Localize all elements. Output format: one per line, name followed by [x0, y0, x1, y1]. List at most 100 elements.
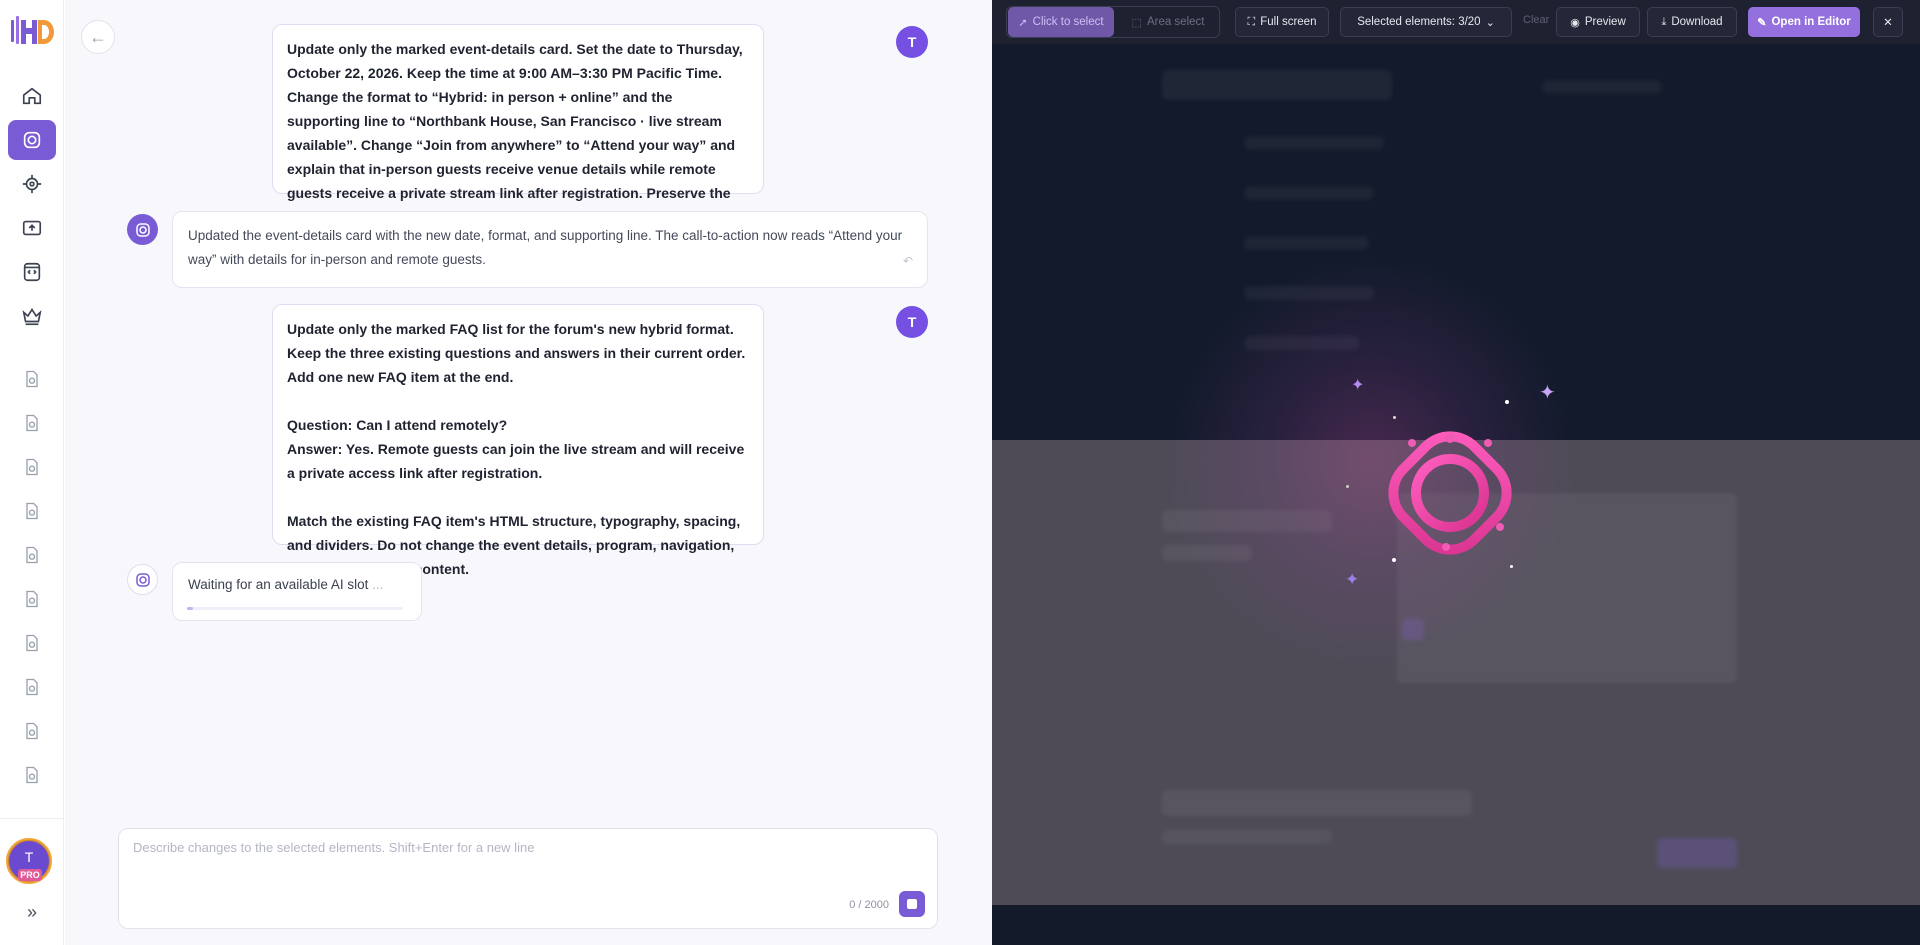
history-item[interactable] — [14, 671, 50, 703]
message-input[interactable] — [119, 829, 937, 928]
history-file-icon — [26, 634, 38, 652]
nav-ai-edit[interactable] — [8, 120, 56, 160]
blurred-heading — [1162, 790, 1472, 816]
user-message-1: Update only the marked event-details car… — [272, 24, 764, 225]
user-avatar-pro[interactable]: T PRO — [6, 838, 52, 884]
sidebar-divider — [0, 818, 64, 819]
preview-button[interactable]: ◉ Preview — [1556, 7, 1640, 37]
history-file-icon — [26, 722, 38, 740]
history-item[interactable] — [14, 363, 50, 395]
blurred-text — [1244, 186, 1374, 200]
progress-fill — [187, 607, 194, 610]
stop-icon — [907, 899, 917, 909]
user-message-2: Update only the marked FAQ list for the … — [272, 304, 764, 577]
preview-toolbar: ➚ Click to select ⬚ Area select ⛶ Full s… — [992, 0, 1920, 44]
nav-home[interactable] — [8, 76, 56, 116]
download-button[interactable]: ⤓ Download — [1647, 7, 1737, 37]
user-avatar: T — [896, 26, 928, 58]
blurred-heading — [1162, 70, 1392, 100]
history-item[interactable] — [14, 451, 50, 483]
sparkle-dot — [1393, 416, 1396, 419]
fullscreen-icon: ⛶ — [1247, 15, 1256, 28]
code-file-icon — [23, 262, 41, 282]
full-screen-button[interactable]: ⛶ Full screen — [1235, 7, 1329, 37]
sparkle-dot — [1346, 485, 1349, 488]
history-file-icon — [26, 678, 38, 696]
progress-track — [187, 607, 403, 610]
sparkle-dot — [1510, 565, 1513, 568]
blurred-text — [1162, 830, 1332, 844]
area-select-icon: ⬚ — [1131, 16, 1142, 29]
history-item[interactable] — [14, 583, 50, 615]
assistant-message-1: Updated the event-details card with the … — [172, 211, 928, 288]
eye-icon: ◉ — [1570, 16, 1580, 29]
history-file-icon — [26, 590, 38, 608]
blurred-text — [1244, 236, 1369, 250]
full-screen-label: Full screen — [1260, 16, 1317, 28]
preview-label: Preview — [1584, 16, 1626, 28]
nav-premium[interactable] — [8, 296, 56, 336]
nav-code[interactable] — [8, 252, 56, 292]
area-select-button[interactable]: ⬚ Area select — [1118, 7, 1218, 37]
stop-generation-button[interactable] — [899, 891, 925, 917]
nav-target[interactable] — [8, 164, 56, 204]
pro-badge: PRO — [18, 869, 42, 881]
history-item[interactable] — [14, 627, 50, 659]
back-button[interactable]: ← — [81, 20, 115, 54]
history-file-icon — [26, 370, 38, 388]
history-item[interactable] — [14, 715, 50, 747]
open-in-editor-button[interactable]: ✎ Open in Editor — [1748, 7, 1860, 37]
expand-sidebar-icon[interactable]: » — [22, 902, 42, 922]
history-file-icon — [26, 502, 38, 520]
history-item[interactable] — [14, 495, 50, 527]
history-file-icon — [26, 546, 38, 564]
history-file-icon — [26, 414, 38, 432]
history-item[interactable] — [14, 407, 50, 439]
status-text: Waiting for an available AI slot — [188, 577, 369, 592]
assistant-message-text: Updated the event-details card with the … — [188, 228, 903, 267]
pencil-icon: ✎ — [1757, 16, 1767, 29]
user-avatar: T — [896, 306, 928, 338]
crown-icon — [22, 308, 42, 326]
cursor-icon: ➚ — [1018, 16, 1028, 29]
selected-elements-label: Selected elements: 3/20 — [1357, 16, 1481, 28]
char-count: 0 / 2000 — [849, 899, 889, 911]
composer: 0 / 2000 — [118, 828, 938, 929]
click-select-button[interactable]: ➚ Click to select — [1008, 7, 1114, 37]
ai-avatar-pending — [127, 564, 158, 595]
undo-icon[interactable]: ↶ — [903, 249, 913, 273]
status-ellipsis: ... — [372, 577, 384, 592]
sparkle-icon: ✦ — [1345, 570, 1360, 589]
user-initial: T — [24, 849, 34, 865]
download-icon: ⤓ — [1661, 15, 1667, 28]
nav-upload[interactable] — [8, 208, 56, 248]
ai-chip-icon — [23, 131, 41, 149]
history-item[interactable] — [14, 759, 50, 791]
app-logo[interactable] — [9, 12, 55, 52]
click-select-label: Click to select — [1032, 16, 1104, 28]
area-select-label: Area select — [1146, 16, 1205, 28]
blurred-text — [1542, 80, 1662, 94]
open-editor-label: Open in Editor — [1771, 16, 1851, 28]
blurred-text — [1244, 136, 1384, 150]
close-icon: ✕ — [1883, 17, 1893, 29]
sparkle-dot — [1392, 558, 1396, 562]
ai-chip-icon — [135, 572, 150, 587]
ai-avatar — [127, 214, 158, 245]
loading-ai-icon — [1388, 431, 1512, 555]
ai-chip-icon — [135, 222, 150, 237]
selected-elements-dropdown[interactable]: Selected elements: 3/20 ⌄ — [1340, 7, 1512, 37]
blurred-button — [1657, 838, 1737, 868]
download-label: Download — [1671, 16, 1723, 28]
history-file-icon — [26, 766, 38, 784]
close-preview-button[interactable]: ✕ — [1873, 7, 1903, 37]
history-file-icon — [26, 458, 38, 476]
clear-button[interactable]: Clear — [1523, 14, 1549, 26]
chevron-down-icon: ⌄ — [1485, 16, 1495, 29]
assistant-status-message: Waiting for an available AI slot ... — [172, 562, 422, 621]
history-item[interactable] — [14, 539, 50, 571]
sidebar: T PRO » — [0, 0, 64, 945]
home-icon — [22, 87, 42, 105]
sparkle-icon: ✦ — [1351, 377, 1365, 394]
sparkle-icon: ✦ — [1539, 382, 1556, 404]
